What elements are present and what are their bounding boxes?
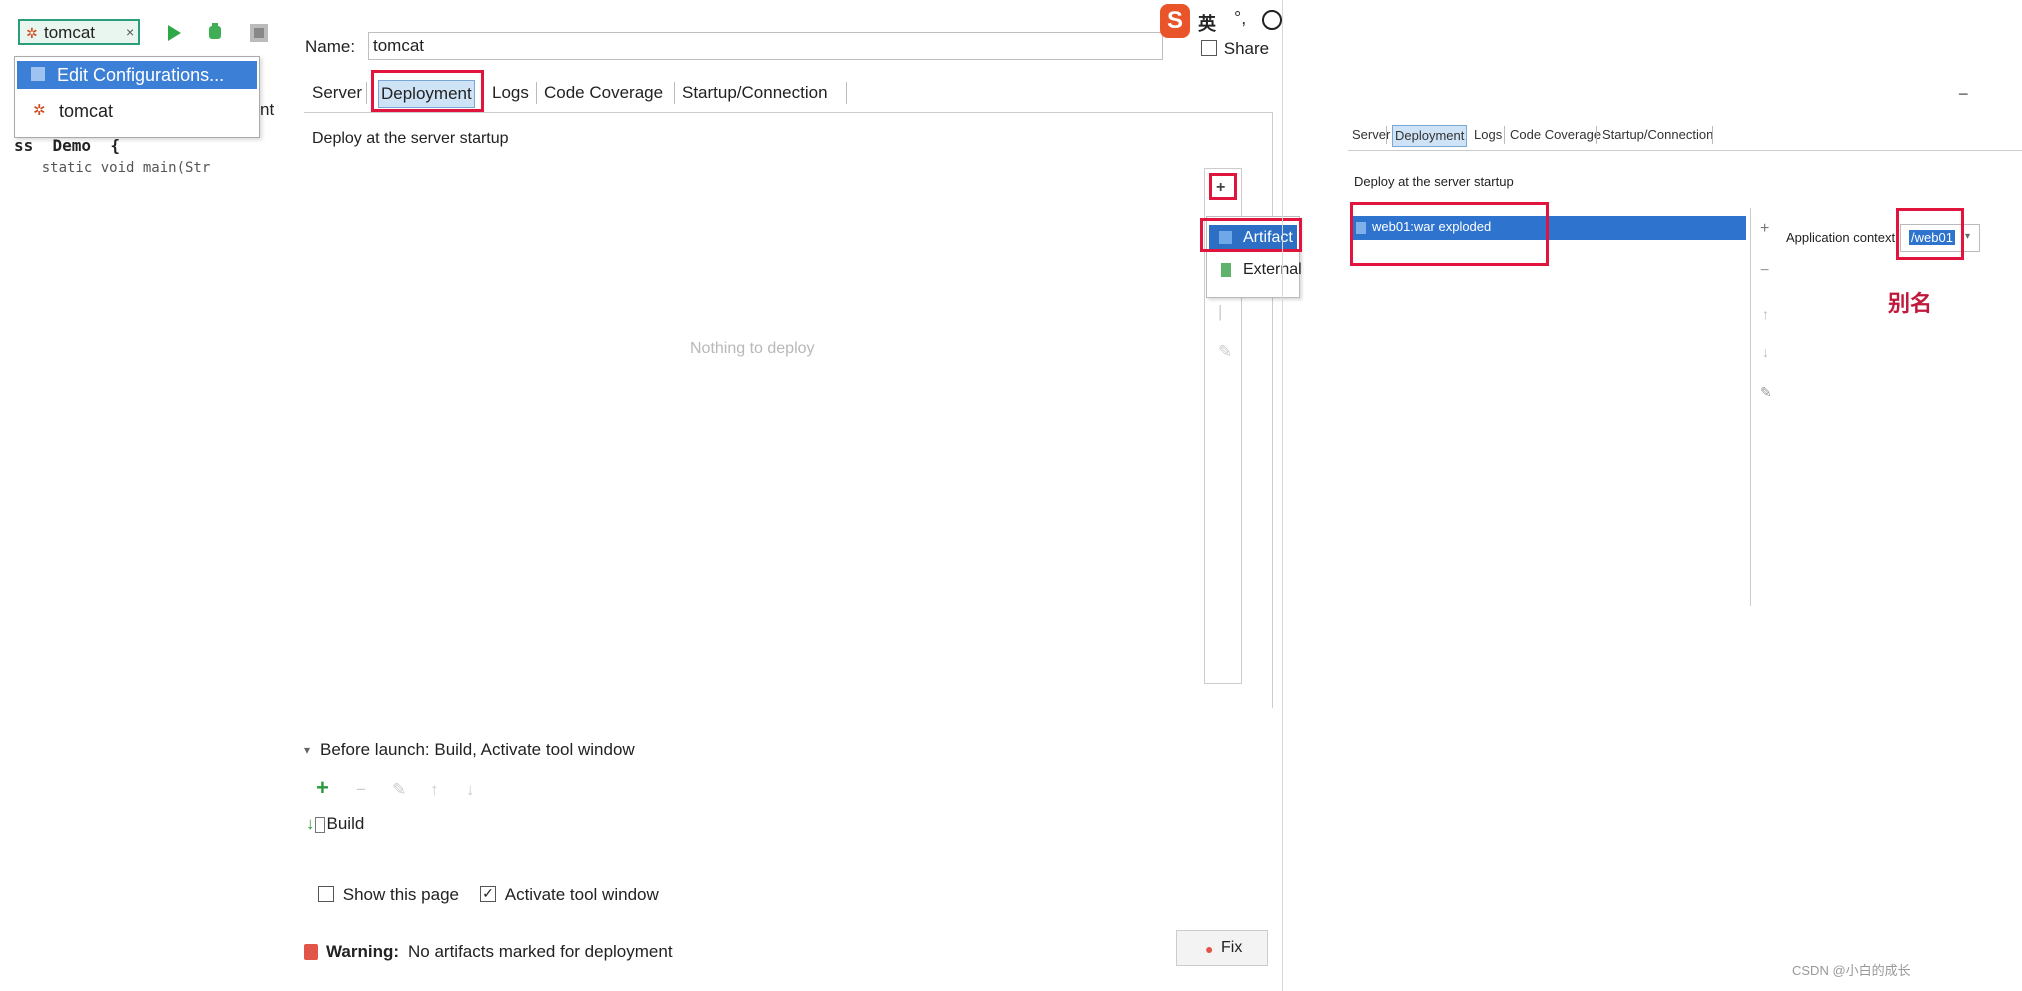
remove-task-icon[interactable]: − xyxy=(356,780,366,800)
right-deploy-label: Deploy at the server startup xyxy=(1354,174,1514,189)
dialog-right-edge xyxy=(1282,0,1283,991)
add-artifact-icon[interactable]: + xyxy=(1760,220,1769,238)
external-source-icon xyxy=(1221,263,1231,277)
show-page-label: Show this page xyxy=(342,885,459,904)
menu-item-label: Edit Configurations... xyxy=(57,65,225,85)
empty-list-text: Nothing to deploy xyxy=(690,340,815,357)
edit-task-icon[interactable]: ✎ xyxy=(392,780,406,800)
menu-item-external[interactable]: External xyxy=(1209,257,1302,283)
right-tab-logs[interactable]: Logs xyxy=(1474,125,1502,145)
right-tab-code-coverage[interactable]: Code Coverage xyxy=(1510,125,1601,145)
tab-code-coverage[interactable]: Code Coverage xyxy=(544,80,663,106)
tab-separator xyxy=(674,82,675,104)
right-tab-deployment[interactable]: Deployment xyxy=(1392,125,1468,147)
tomcat-icon: ✲ xyxy=(33,102,46,119)
run-dropdown-menu: Edit Configurations... ✲ tomcat xyxy=(14,56,260,138)
build-icon-bar xyxy=(314,816,325,833)
add-task-icon[interactable]: + xyxy=(316,775,329,801)
artifact-list xyxy=(1348,208,1751,606)
task-item-build[interactable]: ↓ Build xyxy=(306,814,364,834)
checkbox-box-checked: ✓ xyxy=(480,885,496,902)
ime-language[interactable]: 英 xyxy=(1198,10,1216,36)
chevron-down-icon[interactable]: ▾ xyxy=(1965,231,1970,242)
edit-icon: ✎ xyxy=(1218,342,1233,361)
tab-separator xyxy=(366,82,367,104)
move-up-icon[interactable]: ↑ xyxy=(430,780,439,800)
highlight-box xyxy=(1200,218,1302,252)
ime-punctuation-icon[interactable]: °, xyxy=(1234,8,1246,29)
move-down-icon[interactable]: ↓ xyxy=(466,780,475,800)
collapse-arrow-icon[interactable]: ▾ xyxy=(304,743,310,757)
show-page-checkbox[interactable]: Show this page xyxy=(318,885,459,905)
editor-line: ss Demo { xyxy=(14,136,120,155)
tab-logs[interactable]: Logs xyxy=(492,80,529,106)
chevron-down-icon: × xyxy=(126,24,135,40)
fix-button[interactable]: ● Fix xyxy=(1176,930,1268,966)
build-icon: ↓ xyxy=(306,814,315,833)
activate-tool-checkbox[interactable]: ✓ Activate tool window xyxy=(480,885,659,905)
menu-item-edit-configurations[interactable]: Edit Configurations... xyxy=(17,61,257,89)
share-checkbox[interactable]: Share xyxy=(1201,39,1269,59)
task-label: Build xyxy=(326,814,365,833)
annotation-note: 别名 xyxy=(1888,291,1933,316)
tab-separator xyxy=(1712,126,1713,144)
highlight-box xyxy=(1350,202,1549,266)
name-label: Name: xyxy=(305,37,356,56)
move-up-icon[interactable]: ↑ xyxy=(1762,306,1769,322)
fix-label: Fix xyxy=(1221,939,1243,956)
tab-separator xyxy=(1386,126,1387,144)
tab-separator xyxy=(536,82,537,104)
warning-icon xyxy=(304,944,318,960)
partial-hidden-text: nt xyxy=(260,100,275,119)
window-minimize-icon[interactable]: − xyxy=(1958,84,1969,105)
run-config-label: tomcat xyxy=(44,23,96,42)
name-value: tomcat xyxy=(373,36,425,55)
tab-separator xyxy=(1504,126,1505,144)
highlight-box xyxy=(1896,208,1964,260)
name-input[interactable]: tomcat xyxy=(368,32,1163,60)
debug-icon[interactable] xyxy=(205,22,225,42)
remove-icon: | xyxy=(1218,302,1223,321)
activate-tool-label: Activate tool window xyxy=(504,885,659,904)
coverage-icon[interactable] xyxy=(248,22,270,44)
tab-startup-connection[interactable]: Startup/Connection xyxy=(682,80,828,106)
menu-item-label: tomcat xyxy=(59,101,114,121)
ime-emoji-icon[interactable] xyxy=(1262,10,1282,30)
ime-logo-icon[interactable]: S xyxy=(1160,4,1190,38)
tab-server[interactable]: Server xyxy=(312,80,362,106)
menu-item-tomcat[interactable]: ✲ tomcat xyxy=(17,97,257,125)
share-label: Share xyxy=(1223,39,1270,58)
move-down-icon[interactable]: ↓ xyxy=(1762,344,1769,360)
app-context-label: Application context: xyxy=(1786,230,1899,245)
edit-config-icon xyxy=(31,67,45,81)
highlight-box xyxy=(1209,173,1237,200)
highlight-box xyxy=(371,70,484,112)
ime-logo-text: S xyxy=(1166,7,1183,34)
right-tab-startup-connection[interactable]: Startup/Connection xyxy=(1602,125,1713,145)
editor-line: static void main(Str xyxy=(8,160,211,176)
deployment-panel xyxy=(304,112,1273,708)
tab-separator xyxy=(846,82,847,104)
watermark: CSDN @小白的成长 xyxy=(1792,963,1911,978)
tomcat-icon: ✲ xyxy=(26,25,38,41)
tab-separator xyxy=(1596,126,1597,144)
right-tab-server[interactable]: Server xyxy=(1352,125,1390,145)
deploy-label: Deploy at the server startup xyxy=(312,130,509,147)
run-icon[interactable] xyxy=(166,23,182,43)
remove-artifact-icon[interactable]: − xyxy=(1760,262,1769,280)
warning-label: Warning: xyxy=(326,942,400,961)
before-launch-label: Before launch: Build, Activate tool wind… xyxy=(320,740,635,759)
warning-text: No artifacts marked for deployment xyxy=(408,942,673,961)
run-config-selector[interactable]: ✲ tomcat × xyxy=(18,19,140,45)
edit-artifact-icon[interactable]: ✎ xyxy=(1760,384,1772,401)
checkbox-box xyxy=(318,885,334,902)
menu-item-label: External xyxy=(1243,261,1302,278)
share-checkbox-box xyxy=(1201,39,1217,56)
bulb-icon: ● xyxy=(1205,941,1214,957)
